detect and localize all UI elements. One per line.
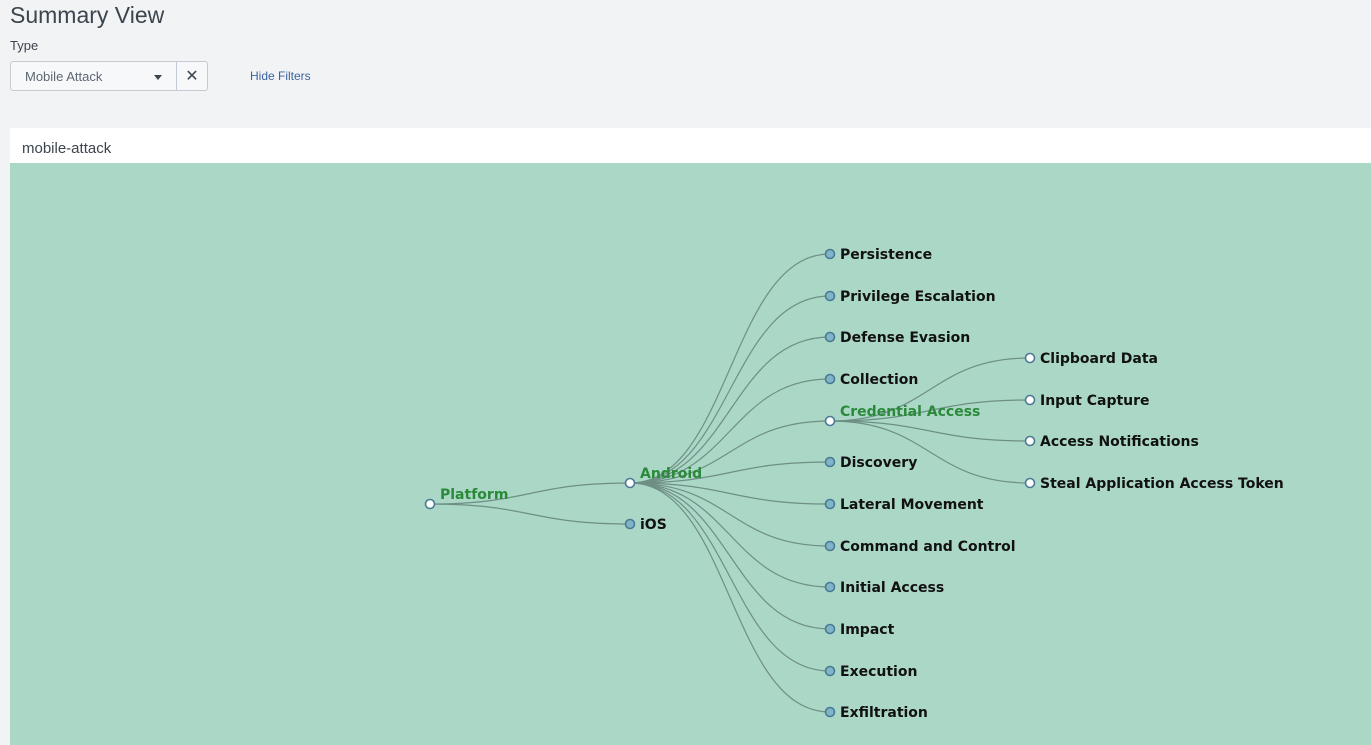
- tree-node-impact[interactable]: Impact: [824, 622, 895, 638]
- tree-link: [629, 253, 831, 484]
- tree-link: [829, 420, 1031, 484]
- node-circle-icon[interactable]: [824, 623, 836, 635]
- node-circle-icon[interactable]: [624, 518, 636, 530]
- caret-down-icon: [154, 75, 162, 80]
- node-label: Access Notifications: [1040, 434, 1199, 450]
- node-label: Impact: [840, 622, 895, 638]
- tree-node-collection[interactable]: Collection: [824, 372, 919, 388]
- node-circle-icon[interactable]: [824, 498, 836, 510]
- page-title: Summary View: [10, 2, 165, 28]
- tree-link: [629, 482, 831, 672]
- tree-node-command-and-control[interactable]: Command and Control: [824, 539, 1016, 555]
- node-label: Android: [640, 466, 702, 482]
- tree-node-steal-application-access-token[interactable]: Steal Application Access Token: [1024, 476, 1284, 492]
- tree-node-exfiltration[interactable]: Exfiltration: [824, 705, 928, 721]
- tree-node-defense-evasion[interactable]: Defense Evasion: [824, 330, 971, 346]
- tree-link: [829, 420, 1031, 442]
- tree-link: [629, 295, 831, 484]
- node-label: Discovery: [840, 455, 917, 471]
- node-circle-icon[interactable]: [824, 290, 836, 302]
- node-circle-icon[interactable]: [824, 665, 836, 677]
- panel-title: mobile-attack: [22, 140, 112, 157]
- tree-node-persistence[interactable]: Persistence: [824, 247, 933, 263]
- type-filter-dropdown[interactable]: Mobile Attack: [11, 62, 176, 90]
- node-label: Platform: [440, 487, 508, 503]
- node-label: Exfiltration: [840, 705, 928, 721]
- node-label: Privilege Escalation: [840, 289, 996, 305]
- node-circle-icon[interactable]: [824, 331, 836, 343]
- tree-link: [629, 482, 831, 630]
- node-label: Credential Access: [840, 404, 980, 420]
- node-label: Defense Evasion: [840, 330, 970, 346]
- type-filter-value: Mobile Attack: [25, 68, 103, 84]
- node-label: Clipboard Data: [1040, 351, 1158, 367]
- node-label: Command and Control: [840, 539, 1016, 555]
- node-label: Lateral Movement: [840, 497, 984, 513]
- node-circle-icon[interactable]: [824, 706, 836, 718]
- node-circle-icon[interactable]: [824, 456, 836, 468]
- node-circle-icon[interactable]: [1024, 352, 1036, 364]
- node-label: Execution: [840, 664, 917, 680]
- node-circle-icon[interactable]: [1024, 394, 1036, 406]
- dashboard-panel: mobile-attack Persistence Privilege Escal…: [10, 128, 1371, 745]
- tree-node-discovery[interactable]: Discovery: [824, 455, 918, 471]
- type-filter-select[interactable]: Mobile Attack ✕: [10, 61, 208, 91]
- tree-node-lateral-movement[interactable]: Lateral Movement: [824, 497, 984, 513]
- tree-nodes: Persistence Privilege Escalation Defense E…: [424, 247, 1284, 721]
- type-filter-label: Type: [10, 38, 39, 53]
- node-label: Collection: [840, 372, 918, 388]
- node-circle-icon[interactable]: [824, 415, 836, 427]
- node-circle-icon[interactable]: [824, 248, 836, 260]
- clear-filter-button[interactable]: ✕: [176, 62, 207, 90]
- node-label: Input Capture: [1040, 393, 1150, 409]
- tree-node-initial-access[interactable]: Initial Access: [824, 580, 945, 596]
- node-circle-icon[interactable]: [824, 581, 836, 593]
- node-label: Steal Application Access Token: [1040, 476, 1284, 492]
- node-circle-icon[interactable]: [1024, 435, 1036, 447]
- tree-canvas: Persistence Privilege Escalation Defense E…: [424, 247, 1284, 721]
- node-circle-icon[interactable]: [624, 477, 636, 489]
- node-circle-icon[interactable]: [1024, 477, 1036, 489]
- tree-visualization: Persistence Privilege Escalation Defense E…: [10, 163, 1371, 745]
- node-circle-icon[interactable]: [824, 373, 836, 385]
- tree-link: [629, 336, 831, 484]
- tree-node-privilege-escalation[interactable]: Privilege Escalation: [824, 289, 996, 305]
- node-label: iOS: [640, 517, 667, 533]
- tree-node-input-capture[interactable]: Input Capture: [1024, 393, 1150, 409]
- close-icon: ✕: [185, 68, 199, 85]
- node-label: Persistence: [840, 247, 932, 263]
- tree-node-execution[interactable]: Execution: [824, 664, 918, 680]
- node-circle-icon[interactable]: [824, 540, 836, 552]
- hide-filters-link[interactable]: Hide Filters: [250, 69, 311, 83]
- tree-link: [629, 482, 831, 547]
- tree-node-ios[interactable]: iOS: [624, 517, 667, 533]
- tree-links: [429, 253, 1031, 713]
- tree-link: [429, 503, 631, 525]
- tree-node-clipboard-data[interactable]: Clipboard Data: [1024, 351, 1159, 367]
- node-circle-icon[interactable]: [424, 498, 436, 510]
- node-label: Initial Access: [840, 580, 944, 596]
- tree-node-access-notifications[interactable]: Access Notifications: [1024, 434, 1199, 450]
- tree-link: [629, 482, 831, 588]
